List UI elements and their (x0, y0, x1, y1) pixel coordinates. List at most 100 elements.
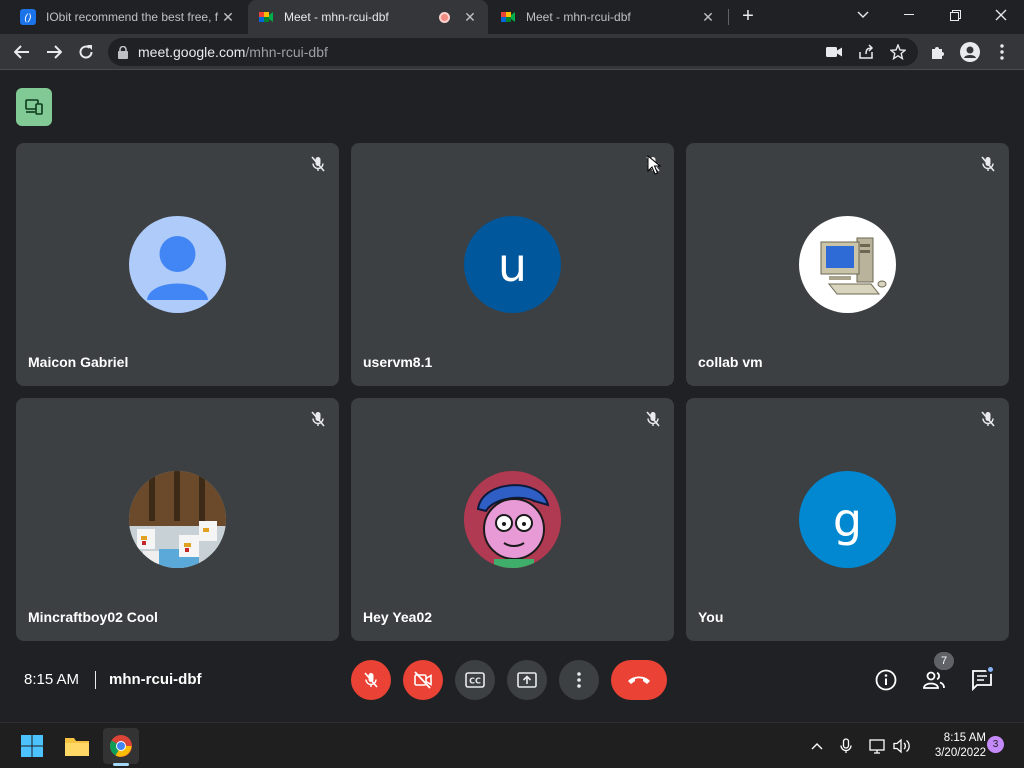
info-icon (875, 669, 897, 691)
cartoon-character-picture (464, 471, 561, 568)
arrow-left-icon (14, 45, 29, 59)
meet-icon (500, 9, 516, 25)
minimize-button[interactable] (886, 0, 932, 30)
bookmark-button[interactable] (884, 38, 912, 66)
devices-icon (25, 99, 43, 115)
computer-picture (799, 216, 896, 313)
restore-button[interactable] (932, 0, 978, 30)
active-app-indicator (113, 763, 129, 766)
mic-off-icon (309, 410, 327, 428)
taskbar-date: 3/20/2022 (934, 747, 986, 759)
notification-badge[interactable]: 3 (987, 736, 1004, 753)
tab-iobit[interactable]: () IObit recommend the best free, f ✕ (10, 0, 246, 34)
participant-tile-self[interactable]: g You (686, 398, 1009, 641)
minecraft-chickens-picture (129, 471, 226, 568)
extensions-button[interactable] (924, 38, 952, 66)
meet-stage: Maicon Gabriel u uservm8.1 collab vm Min… (0, 71, 1024, 721)
chrome-icon (110, 735, 132, 757)
avatar-letter: g (832, 492, 863, 547)
meeting-code: mhn-rcui-dbf (109, 671, 202, 688)
url-path: /mhn-rcui-dbf (245, 44, 328, 60)
close-tab-icon[interactable]: ✕ (220, 9, 236, 26)
participant-tile[interactable]: Hey Yea02 (351, 398, 674, 641)
tab-search-button[interactable] (840, 0, 886, 30)
companion-mode-button[interactable] (16, 88, 52, 126)
url-host: meet.google.com (138, 44, 246, 60)
captions-button[interactable]: CC (455, 660, 495, 700)
more-options-button[interactable] (559, 660, 599, 700)
participant-name: You (698, 609, 724, 625)
lock-icon[interactable] (118, 45, 128, 59)
chevron-down-icon (857, 11, 869, 18)
mic-off-icon (364, 672, 378, 688)
share-icon (859, 44, 874, 59)
reload-button[interactable] (72, 38, 100, 66)
windows-taskbar: 8:15 AM 3/20/2022 (0, 722, 1024, 768)
participant-name: collab vm (698, 354, 763, 370)
forward-button[interactable] (40, 38, 68, 66)
file-explorer-button[interactable] (59, 728, 95, 764)
more-vert-icon (577, 672, 581, 688)
camera-in-use-button[interactable] (820, 38, 848, 66)
minimize-icon (904, 14, 914, 15)
recording-indicator-icon (439, 11, 450, 23)
present-screen-button[interactable] (507, 660, 547, 700)
participant-tile[interactable]: collab vm (686, 143, 1009, 386)
avatar-letter: u (497, 237, 528, 292)
arrow-right-icon (47, 45, 62, 59)
microphone-tray-button[interactable] (837, 737, 855, 755)
close-icon (995, 9, 1007, 21)
profile-button[interactable] (956, 38, 984, 66)
tab-meet-active[interactable]: Meet - mhn-rcui-dbf ✕ (248, 0, 488, 34)
close-tab-icon[interactable]: ✕ (700, 9, 716, 26)
letter-avatar: u (464, 216, 561, 313)
profile-icon (960, 42, 980, 62)
participant-name: Hey Yea02 (363, 609, 433, 625)
mic-off-icon (644, 410, 662, 428)
browser-menu-button[interactable] (988, 38, 1016, 66)
show-hidden-icons-button[interactable] (808, 737, 826, 755)
participant-tile[interactable]: Mincraftboy02 Cool (16, 398, 339, 641)
letter-avatar: g (799, 471, 896, 568)
divider (95, 671, 96, 689)
volume-icon (893, 738, 910, 754)
more-vert-icon (1000, 44, 1004, 60)
call-end-icon (628, 676, 650, 684)
chrome-taskbar-button[interactable] (103, 728, 139, 764)
restore-icon (949, 9, 961, 21)
toggle-microphone-button[interactable] (351, 660, 391, 700)
iobit-icon: () (20, 9, 36, 25)
meeting-details-button[interactable] (870, 664, 902, 696)
mic-off-icon (309, 155, 327, 173)
tab-title: Meet - mhn-rcui-dbf (284, 10, 389, 24)
default-person-icon (129, 216, 226, 313)
network-icon (869, 739, 885, 754)
close-window-button[interactable] (978, 0, 1024, 30)
participant-tile[interactable]: Maicon Gabriel (16, 143, 339, 386)
puzzle-icon (932, 47, 944, 59)
share-button[interactable] (852, 38, 880, 66)
reload-icon (79, 45, 93, 59)
toggle-camera-button[interactable] (403, 660, 443, 700)
participant-tile[interactable]: u uservm8.1 (351, 143, 674, 386)
address-bar[interactable]: meet.google.com/mhn-rcui-dbf (108, 38, 918, 66)
chevron-up-icon (811, 743, 823, 750)
tab-title: IObit recommend the best free, f (46, 10, 219, 24)
close-tab-icon[interactable]: ✕ (462, 9, 478, 26)
leave-call-button[interactable] (611, 660, 667, 700)
svg-text:CC: CC (469, 677, 481, 686)
start-button[interactable] (14, 728, 50, 764)
tab-separator (728, 9, 729, 25)
video-camera-icon (826, 47, 842, 57)
back-button[interactable] (8, 38, 36, 66)
meeting-clock: 8:15 AM (24, 671, 80, 688)
volume-tray-button[interactable] (893, 737, 911, 755)
network-tray-button[interactable] (869, 737, 887, 755)
tab-meet[interactable]: Meet - mhn-rcui-dbf ✕ (490, 0, 726, 34)
people-count-badge: 7 (934, 652, 954, 670)
taskbar-time: 8:15 AM (943, 732, 986, 744)
new-tab-button[interactable]: + (737, 5, 759, 27)
mic-off-icon (979, 155, 997, 173)
present-to-all-icon (517, 672, 537, 688)
taskbar-clock[interactable]: 8:15 AM 3/20/2022 (920, 731, 986, 761)
